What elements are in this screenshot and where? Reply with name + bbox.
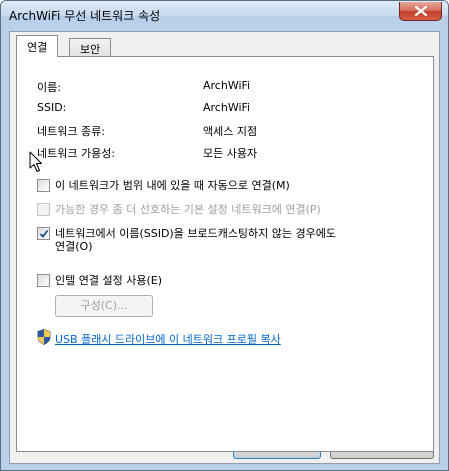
connection-panel: 이름: ArchWiFi SSID: ArchWiFi 네트워크 종류: 액세스… <box>16 56 434 452</box>
tab-label: 보안 <box>80 43 101 56</box>
tab-connection[interactable]: 연결 <box>16 35 59 57</box>
close-icon <box>415 6 427 16</box>
auto-connect-checkbox[interactable] <box>37 179 50 192</box>
tab-label: 연결 <box>27 41 48 54</box>
network-availability-label: 네트워크 가용성: <box>37 147 116 160</box>
prefer-network-label: 가능한 경우 좀 더 선호하는 기본 설정 네트워크에 연결(P) <box>55 203 321 216</box>
name-value: ArchWiFi <box>203 79 251 92</box>
name-label: 이름: <box>37 81 61 94</box>
intel-settings-label: 인텔 연결 설정 사용(E) <box>55 274 162 287</box>
copy-profile-usb-link[interactable]: USB 플래시 드라이브에 이 네트워크 프로필 복사 <box>55 331 281 347</box>
properties-dialog: ArchWiFi 무선 네트워크 속성 연결 보안 이름: ArchWiFi S… <box>0 0 449 471</box>
uac-shield-icon <box>37 329 51 345</box>
prefer-network-checkbox <box>37 203 50 216</box>
dialog-body: 연결 보안 이름: ArchWiFi SSID: ArchWiFi 네트워크 종… <box>9 31 440 464</box>
ssid-label: SSID: <box>37 101 67 114</box>
network-availability-value: 모든 사용자 <box>203 147 258 160</box>
network-type-value: 액세스 지점 <box>203 125 258 138</box>
mouse-cursor-icon <box>29 151 42 172</box>
window-title: ArchWiFi 무선 네트워크 속성 <box>9 9 161 23</box>
tab-security[interactable]: 보안 <box>69 38 112 57</box>
checkmark-icon <box>39 229 49 238</box>
network-type-label: 네트워크 종류: <box>37 125 105 138</box>
hidden-ssid-label-line2: 연결(O) <box>55 240 93 253</box>
hidden-ssid-checkbox[interactable] <box>37 227 50 240</box>
title-bar[interactable]: ArchWiFi 무선 네트워크 속성 <box>1 1 448 31</box>
ssid-value: ArchWiFi <box>203 101 251 114</box>
configure-button: 구성(C)... <box>55 295 153 317</box>
auto-connect-label: 이 네트워크가 범위 내에 있을 때 자동으로 연결(M) <box>55 179 290 192</box>
hidden-ssid-label-line1: 네트워크에서 이름(SSID)을 브로드캐스팅하지 않는 경우에도 <box>55 227 337 240</box>
close-button[interactable] <box>399 2 442 21</box>
intel-settings-checkbox[interactable] <box>37 274 50 287</box>
